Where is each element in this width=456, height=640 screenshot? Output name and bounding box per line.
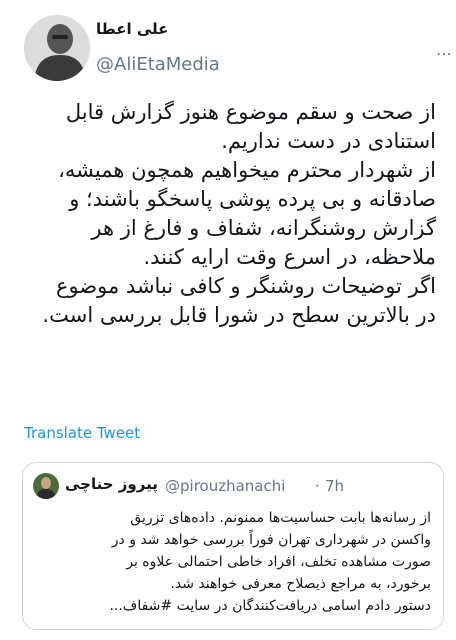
author-handle[interactable]: @AliEtaMedia xyxy=(96,54,220,75)
quoted-author-name: پیروز حناچی xyxy=(65,475,158,493)
quoted-line: از رسانه‌ها بابت حساسیت‌ها ممنونم. داده‌… xyxy=(130,510,431,526)
author-name[interactable]: علی اعطا xyxy=(96,20,168,38)
tweet-line: استنادی در دست نداریم. xyxy=(221,129,436,153)
quoted-author-avatar xyxy=(33,473,59,499)
separator-dot: · xyxy=(315,477,320,495)
tweet-line: ملاحظه، در اسرع وقت ارایه کنند. xyxy=(143,245,436,269)
quoted-tweet[interactable]: پیروز حناچی @pirouzhanachi · 7h از رسانه… xyxy=(22,462,444,630)
quoted-line: برخورد، به مراجع ذیصلاح معرفی خواهند شد. xyxy=(170,576,431,592)
quoted-author-handle: @pirouzhanachi xyxy=(165,477,286,495)
translate-tweet-link[interactable]: Translate Tweet xyxy=(24,424,140,442)
more-options-icon[interactable]: ⋯ xyxy=(436,44,453,63)
quoted-tweet-header: پیروز حناچی @pirouzhanachi · 7h xyxy=(23,473,443,499)
tweet-header: علی اعطا @AliEtaMedia ⋯ xyxy=(24,12,452,82)
tweet-line: صادقانه و بی پرده پوشی پاسخگو باشند؛ و xyxy=(69,187,436,211)
tweet-line: اگر توضیحات روشنگر و کافی نباشد موضوع xyxy=(55,274,436,298)
quoted-tweet-time: 7h xyxy=(325,477,345,495)
tweet-line: از شهردار محترم میخواهیم همچون همیشه، xyxy=(58,158,436,182)
tweet-line: گزارش روشنگرانه، شفاف و فارغ از هر xyxy=(91,216,436,240)
tweet-text: از صحت و سقم موضوع هنوز گزارش قابل استنا… xyxy=(16,98,436,330)
quoted-line: صورت مشاهده تخلف، افراد خاطی احتمالی علا… xyxy=(126,554,431,570)
quoted-line: واکسن در شهرداری تهران فوراً بررسی خواهد… xyxy=(111,532,431,548)
quoted-line: دستور دادم اسامی دریافت‌کنندگان در سایت … xyxy=(109,598,431,614)
quoted-tweet-text: از رسانه‌ها بابت حساسیت‌ها ممنونم. داده‌… xyxy=(35,507,431,617)
tweet-line: از صحت و سقم موضوع هنوز گزارش قابل xyxy=(65,100,436,124)
author-avatar[interactable] xyxy=(24,15,90,81)
tweet-line: در بالاترین سطح در شورا قابل بررسی است. xyxy=(42,303,436,327)
